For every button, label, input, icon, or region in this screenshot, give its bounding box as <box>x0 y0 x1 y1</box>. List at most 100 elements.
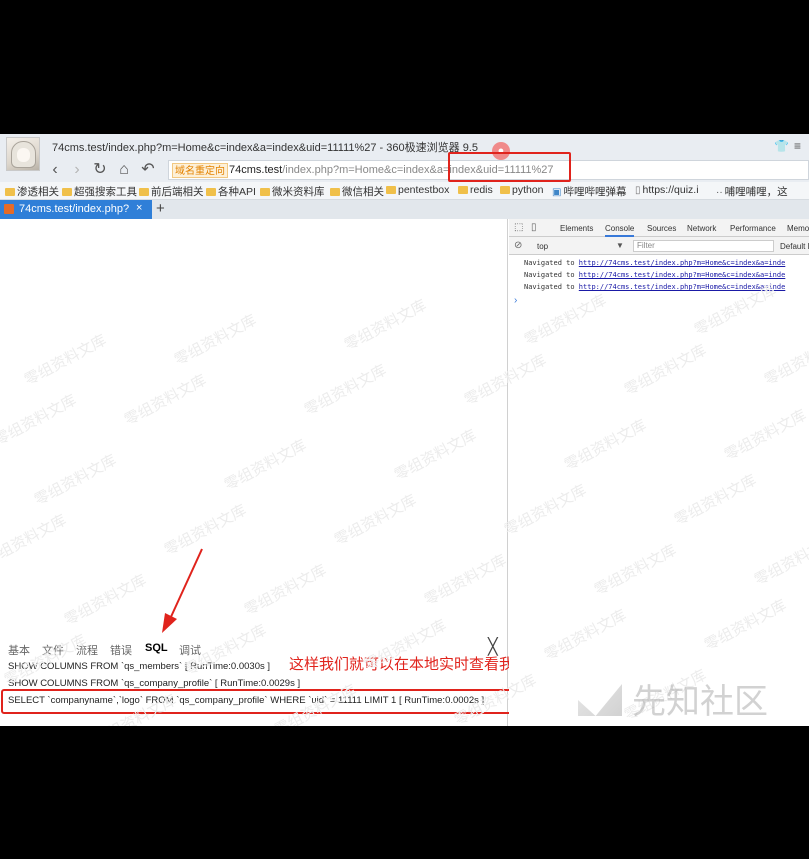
user-avatar[interactable] <box>6 137 40 171</box>
title-bar: 74cms.test/index.php?m=Home&c=index&a=in… <box>0 134 809 158</box>
arrow-shaft <box>169 548 203 620</box>
console-log-line: Navigated to http://74cms.test/index.php… <box>524 271 785 279</box>
debug-tab[interactable]: SQL <box>145 642 168 654</box>
bookmark-item[interactable]: 前后端相关 <box>139 184 204 199</box>
debug-tab[interactable]: 错误 <box>110 642 132 658</box>
redirect-tag[interactable]: 域名重定向 <box>172 163 228 178</box>
url-host: 74cms.test <box>229 164 283 176</box>
inspect-icon[interactable]: ⬚ <box>514 222 523 233</box>
console-log-line: Navigated to http://74cms.test/index.php… <box>524 283 785 291</box>
folder-icon <box>386 186 396 194</box>
sql-line: SHOW COLUMNS FROM `qs_company_profile` [… <box>8 678 301 689</box>
debug-close-icon[interactable]: ╳ <box>488 637 498 657</box>
context-select[interactable]: top <box>537 242 548 251</box>
bookmark-item[interactable]: ▯ https://quiz.i <box>635 184 699 196</box>
tab-close-icon[interactable]: × <box>136 202 142 214</box>
folder-icon <box>206 188 216 196</box>
bookmark-item[interactable]: 渗透相关 <box>5 184 59 199</box>
bookmark-label: 哺哩哺哩，这 <box>724 186 788 198</box>
bookmark-label: python <box>512 184 544 196</box>
debug-tab[interactable]: 基本 <box>8 642 30 658</box>
devtools-tab[interactable]: Performance <box>730 224 776 233</box>
tab-active[interactable]: 74cms.test/index.php? × <box>0 200 152 219</box>
console-toolbar: ⊘ top ▼ Filter Default l <box>509 237 809 255</box>
console-log-line: Navigated to http://74cms.test/index.php… <box>524 259 785 267</box>
undo-close-button[interactable]: ↶ <box>138 160 158 180</box>
devtools-panel: ⬚ ▯ Elements Console Sources Network Perform… <box>509 219 809 726</box>
console-prompt[interactable]: › <box>514 295 517 306</box>
debug-tab[interactable]: 调试 <box>179 642 201 658</box>
page-icon: ▯ <box>635 185 641 196</box>
device-toggle-icon[interactable]: ▯ <box>531 222 537 233</box>
log-link[interactable]: http://74cms.test/index.php?m=Home&c=ind… <box>579 283 786 291</box>
bookmark-label: 渗透相关 <box>17 186 59 198</box>
context-caret-icon[interactable]: ▼ <box>616 241 624 250</box>
bookmark-label: pentestbox <box>398 184 450 196</box>
skin-icon[interactable]: 👕 <box>774 139 789 153</box>
devtools-tab[interactable]: Memo <box>787 224 809 233</box>
bookmark-item[interactable]: 超强搜索工具 <box>62 184 137 199</box>
bookmark-label: 微信相关 <box>342 186 384 198</box>
debug-tab[interactable]: 流程 <box>76 642 98 658</box>
log-prefix: Navigated to <box>524 259 575 267</box>
log-prefix: Navigated to <box>524 283 575 291</box>
bookmark-label: 各种API <box>218 186 256 198</box>
bookmark-item[interactable]: python <box>500 184 544 196</box>
new-tab-button[interactable]: + <box>156 200 165 217</box>
bookmarks-bar: 渗透相关 超强搜索工具 前后端相关 各种API 微米资料库 微信相关 pentestbox r… <box>0 182 809 200</box>
home-button[interactable]: ⌂ <box>114 160 134 180</box>
logo-mark <box>578 676 622 716</box>
sql-highlight-box <box>1 689 534 714</box>
bookmark-item[interactable]: ▣ 哔哩哔哩弹幕 <box>552 184 626 199</box>
page-viewport: 这样我们就可以在本地实时查看我们的代码 ╳ 基本 文件 流程 错误 SQL 调试 SHOW… <box>0 219 574 726</box>
debug-toolbar: ╳ 基本 文件 流程 错误 SQL 调试 <box>0 637 508 659</box>
log-link[interactable]: http://74cms.test/index.php?m=Home&c=ind… <box>579 271 786 279</box>
annotation-arrow <box>162 548 203 633</box>
bookmark-label: https://quiz.i <box>642 184 699 196</box>
log-link[interactable]: http://74cms.test/index.php?m=Home&c=ind… <box>579 259 786 267</box>
bookmark-label: 超强搜索工具 <box>74 186 137 198</box>
bookmark-label: 前后端相关 <box>151 186 204 198</box>
site-favicon-icon <box>4 204 14 214</box>
folder-icon <box>260 188 270 196</box>
logo-text: 先知社区 <box>632 683 768 721</box>
bookmark-item[interactable]: 各种API <box>206 184 256 199</box>
folder-icon <box>62 188 72 196</box>
bookmark-item[interactable]: 微米资料库 <box>260 184 325 199</box>
bookmark-item[interactable]: 微信相关 <box>330 184 384 199</box>
xianzhi-logo: 先知社区 <box>578 672 798 721</box>
folder-icon <box>139 188 149 196</box>
console-filter-input[interactable]: Filter <box>633 240 774 252</box>
log-prefix: Navigated to <box>524 271 575 279</box>
emoticon-icon: ·· <box>716 187 723 198</box>
screenshot-frame: 74cms.test/index.php?m=Home&c=index&a=in… <box>0 134 809 726</box>
devtools-tabs: ⬚ ▯ Elements Console Sources Network Perform… <box>509 219 809 237</box>
avatar-face <box>17 148 30 162</box>
back-button[interactable]: ‹ <box>45 160 65 180</box>
bookmark-item[interactable]: pentestbox <box>386 184 449 196</box>
bookmark-item[interactable]: redis <box>458 184 493 196</box>
forward-button[interactable]: › <box>67 160 87 180</box>
devtools-tab[interactable]: Console <box>605 224 635 237</box>
menu-icon[interactable]: ≡ <box>794 139 801 153</box>
devtools-tab[interactable]: Elements <box>560 224 593 233</box>
sql-line: SHOW COLUMNS FROM `qs_members` [ RunTime… <box>8 661 271 672</box>
window-title: 74cms.test/index.php?m=Home&c=index&a=in… <box>52 142 478 154</box>
bookmark-label: redis <box>470 184 493 196</box>
folder-icon <box>330 188 340 196</box>
log-levels-select[interactable]: Default l <box>780 242 809 251</box>
bookmark-label: 哔哩哔哩弹幕 <box>563 186 627 198</box>
tab-strip: 74cms.test/index.php? × + <box>0 200 809 219</box>
debug-tab[interactable]: 文件 <box>42 642 64 658</box>
bookmark-label: 微米资料库 <box>272 186 325 198</box>
reload-button[interactable]: ↻ <box>90 160 110 180</box>
tab-label: 74cms.test/index.php? <box>19 203 129 215</box>
bookmark-item[interactable]: ·· 哺哩哺哩，这 <box>716 184 788 199</box>
devtools-tab[interactable]: Sources <box>647 224 676 233</box>
clear-console-icon[interactable]: ⊘ <box>514 240 522 251</box>
bilibili-icon: ▣ <box>552 187 562 198</box>
devtools-tab[interactable]: Network <box>687 224 716 233</box>
arrow-head <box>162 613 177 633</box>
folder-icon <box>458 186 468 194</box>
url-highlight-box <box>448 152 571 182</box>
